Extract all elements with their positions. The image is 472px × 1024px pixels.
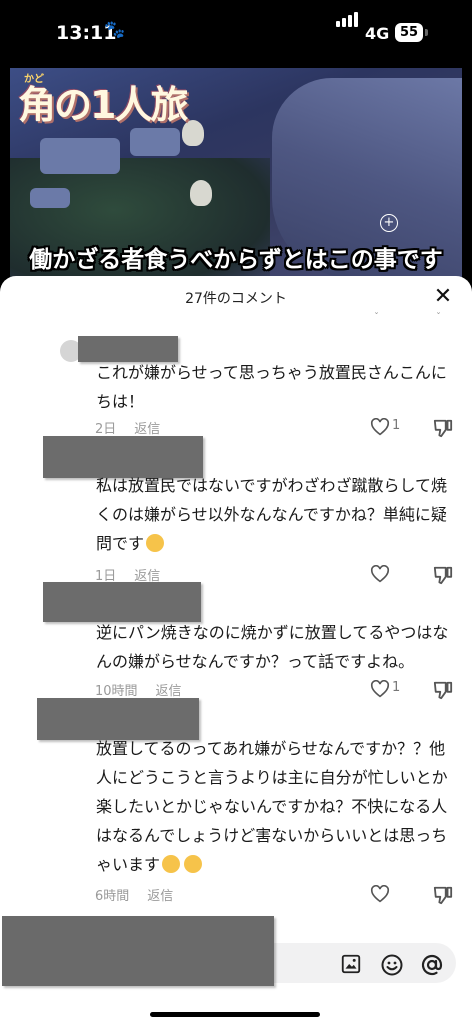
comment-time: 6時間 [95, 889, 130, 904]
dot-marker: ˇ [374, 312, 379, 323]
heart-icon [370, 565, 390, 583]
like-button[interactable]: 1 [370, 416, 400, 438]
battery-tip [425, 29, 428, 36]
video-caption: 働かざる者食うべからずとはこの事です [29, 247, 443, 273]
heart-icon [370, 885, 390, 903]
comment-text-body: 放置してるのってあれ嫌がらせなんですか？？他人にどうこうと言うよりは主に自分が忙… [96, 739, 448, 874]
home-indicator[interactable] [150, 1012, 320, 1017]
reply-button[interactable]: 返信 [134, 422, 160, 437]
thinking-emoji-icon [146, 534, 165, 552]
comment-text: これが嫌がらせって思っちゃう放置民さんこんにちは！ [96, 363, 447, 411]
battery-icon: 55 [395, 23, 423, 42]
dislike-icon[interactable] [432, 418, 456, 440]
add-icon[interactable]: + [380, 214, 398, 232]
network-type: 4G [365, 24, 390, 43]
like-button[interactable]: 1 [370, 678, 400, 700]
comments-title: 27件のコメント [185, 291, 287, 307]
dislike-icon[interactable] [432, 885, 456, 907]
like-count: 1 [392, 680, 401, 695]
close-icon[interactable]: ✕ [430, 284, 456, 310]
video-player[interactable]: かど 角の1人旅 + 働かざる者食うべからずとはこの事です [10, 68, 462, 280]
dot-marker: ˇ [436, 312, 441, 323]
status-bar: 13:11 🐾 4G 55 [0, 0, 472, 70]
like-button[interactable] [370, 563, 400, 585]
comment-meta: 6時間 返信 [95, 885, 173, 904]
video-scene-table [30, 188, 70, 208]
comment-time: 2日 [95, 422, 117, 437]
video-character [190, 180, 212, 206]
comment-text: 放置してるのってあれ嫌がらせなんですか？？他人にどうこうと言うよりは主に自分が忙… [96, 734, 452, 879]
comment-meta: 2日 返信 [95, 418, 160, 437]
comment-meta: 10時間 返信 [95, 680, 182, 699]
reply-button[interactable]: 返信 [147, 889, 173, 904]
zipper-mouth-emoji-icon [184, 855, 203, 873]
redacted-username [43, 582, 201, 622]
comment-text: 逆にパン焼きなのに焼かずに放置してるやつはなんの嫌がらせなんですか？って話ですよ… [96, 623, 449, 671]
like-count: 1 [392, 418, 401, 433]
dislike-icon[interactable] [432, 680, 456, 702]
mention-icon[interactable] [420, 953, 444, 977]
like-button[interactable] [370, 883, 400, 905]
channel-logo: 角の1人旅 [18, 83, 188, 127]
image-icon[interactable] [340, 953, 364, 977]
comments-sheet: 27件のコメント ✕ ˇ ˇ これが嫌がらせって思っちゃう放置民さんこんにちは！… [0, 276, 472, 1024]
comment-text: 私は放置民ではないですがわざわざ蹴散らして焼くのは嫌がらせ以外なんなんですかね？… [96, 471, 452, 558]
heart-icon [370, 418, 390, 436]
thinking-emoji-icon [162, 855, 181, 873]
redacted-block [2, 916, 274, 986]
video-scene-table [40, 138, 120, 174]
emoji-icon[interactable] [380, 953, 404, 977]
dislike-icon[interactable] [432, 565, 456, 587]
comment-time: 10時間 [95, 684, 138, 699]
paw-icon: 🐾 [104, 20, 126, 40]
video-scene-table [130, 128, 180, 156]
reply-button[interactable]: 返信 [156, 684, 182, 699]
heart-icon [370, 680, 390, 698]
